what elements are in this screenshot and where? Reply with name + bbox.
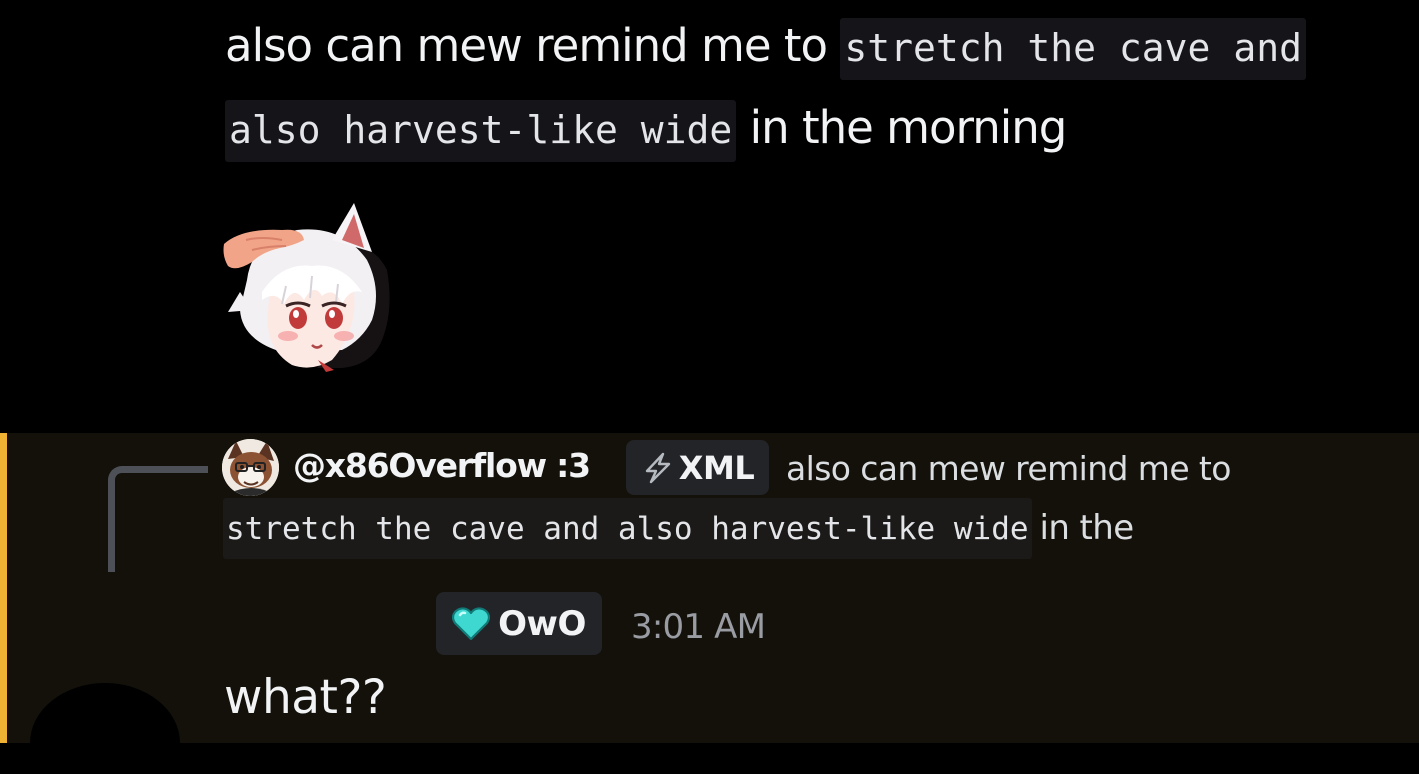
mention-highlight-bar bbox=[0, 433, 7, 743]
sticker-image bbox=[223, 203, 390, 372]
role-badge[interactable]: OwO bbox=[436, 592, 602, 655]
chat-view: also can mew remind me to stretch the ca… bbox=[0, 0, 1419, 774]
role-badge-label: OwO bbox=[498, 603, 586, 644]
furry-avatar-icon bbox=[222, 439, 279, 496]
message-text-start: also can mew remind me to bbox=[225, 19, 828, 72]
message-text-end: in the morning bbox=[749, 101, 1068, 154]
author-avatar[interactable] bbox=[30, 683, 180, 774]
reply-preview-inline-code: stretch the cave and also harvest-like w… bbox=[223, 497, 1032, 559]
reply-author-avatar[interactable] bbox=[222, 439, 279, 496]
reply-preview-text[interactable]: also can mew remind me to bbox=[786, 449, 1231, 488]
message-content: what?? bbox=[224, 670, 387, 725]
catgirl-headpat-sticker[interactable] bbox=[222, 200, 394, 372]
cyan-heart-icon bbox=[452, 606, 491, 640]
reply-preview-continued[interactable]: stretch the cave and also harvest-like w… bbox=[223, 497, 1135, 559]
message-timestamp[interactable]: 3:01 AM bbox=[631, 607, 766, 647]
message-content: also can mew remind me to stretch the ca… bbox=[225, 6, 1375, 170]
server-tag-badge[interactable]: XML bbox=[626, 440, 769, 495]
inline-code-line1: stretch the cave bbox=[844, 26, 1211, 70]
reply-connector-line bbox=[108, 466, 208, 572]
mention-highlighted-message[interactable]: @x86Overflow :3 XML also can mew remind … bbox=[0, 433, 1419, 774]
lightning-icon bbox=[645, 452, 670, 483]
server-tag-label: XML bbox=[678, 448, 755, 487]
reply-author-username[interactable]: @x86Overflow :3 bbox=[293, 446, 591, 485]
reply-preview-text-end: in the bbox=[1039, 508, 1135, 548]
